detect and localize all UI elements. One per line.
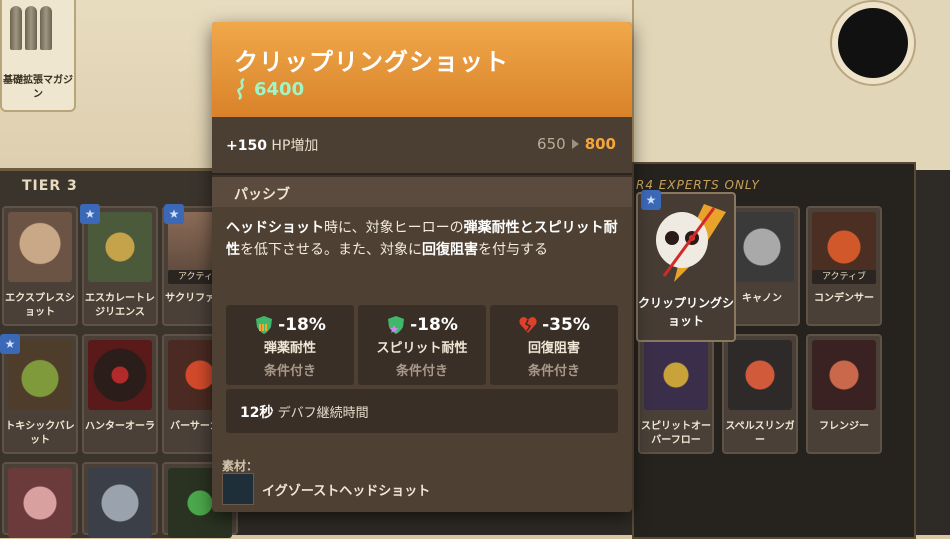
- broken-heart-icon: [519, 317, 537, 333]
- item-card-label: 基礎拡張マガジン: [3, 75, 73, 100]
- frenzy-art: [812, 340, 876, 410]
- star-icon: ★: [80, 204, 100, 224]
- souls-currency-icon: [237, 78, 245, 100]
- debuff-duration-row: 12秒 デバフ継続時間: [226, 389, 618, 433]
- stat-name: 回復阻害: [527, 341, 580, 356]
- hp-bonus-label: HP増加: [271, 138, 319, 154]
- desc-text: を低下させる。また、対象に: [240, 242, 422, 258]
- stat-name: 弾薬耐性: [263, 341, 316, 356]
- duration-label: デバフ継続時間: [277, 406, 369, 421]
- bullet-hole-decoration: [838, 8, 908, 78]
- stat-value: -18%: [278, 315, 326, 335]
- item-card-row3-1[interactable]: [2, 462, 78, 538]
- item-card-spirit-overflow[interactable]: スピリットオーバーフロー: [638, 334, 714, 454]
- stat-condition: 条件付き: [527, 364, 580, 379]
- express-shot-art: [8, 212, 72, 282]
- desc-healing-reduction: 回復阻害: [422, 242, 478, 258]
- item-card-basic-magazine[interactable]: 基礎拡張マガジン: [0, 0, 76, 112]
- stat-value: -35%: [542, 315, 590, 335]
- item-card-escalating-resilience[interactable]: エスカレートレジリエンス: [82, 206, 158, 326]
- star-icon: ★: [641, 190, 661, 210]
- stat-healing-reduction: -35% 回復阻害 条件付き: [490, 305, 618, 385]
- item-cost: 6400: [234, 78, 304, 100]
- elephant-art: [88, 468, 152, 538]
- arrow-right-icon: [571, 139, 579, 149]
- item-card-crippling-headshot[interactable]: クリップリングショット: [636, 192, 736, 342]
- star-icon: ★: [0, 334, 20, 354]
- star-icon: ★: [164, 204, 184, 224]
- hp-row: +150 HP増加 650 800: [212, 117, 632, 175]
- bullets-icon: [10, 6, 52, 50]
- demon-art: [8, 468, 72, 538]
- item-card-label: ハンターオーラ: [85, 421, 155, 432]
- hp-old: 650: [537, 135, 566, 153]
- tier-label: TIER 3: [22, 178, 78, 194]
- stat-value: -18%: [410, 315, 458, 335]
- item-card-label: トキシックバレット: [5, 421, 75, 446]
- material-item[interactable]: イグゾーストヘッドショット: [222, 473, 430, 505]
- stat-grid: -18% 弾薬耐性 条件付き -18% スピリット耐性 条件付き -35% 回復…: [226, 305, 618, 385]
- spellslinger-art: [728, 340, 792, 410]
- hp-change: 650 800: [537, 135, 616, 153]
- desc-text: を付与する: [478, 242, 548, 258]
- item-card-frenzy[interactable]: フレンジー: [806, 334, 882, 454]
- item-tooltip: クリップリングショット 6400 +150 HP増加 650 800 パッシブ …: [212, 22, 632, 512]
- material-name: イグゾーストヘッドショット: [262, 483, 431, 499]
- item-card-label: エスカレートレジリエンス: [85, 293, 155, 318]
- cost-value: 6400: [254, 78, 305, 100]
- stat-condition: 条件付き: [263, 364, 316, 379]
- passive-description: ヘッドショット時に、対象ヒーローの弾薬耐性とスピリット耐性を低下させる。また、対…: [226, 217, 622, 261]
- item-card-hunters-aura[interactable]: ハンターオーラ: [82, 334, 158, 454]
- materials-label: 素材：: [222, 459, 259, 473]
- stat-bullet-resist: -18% 弾薬耐性 条件付き: [226, 305, 354, 385]
- stat-spirit-resist: -18% スピリット耐性 条件付き: [358, 305, 486, 385]
- item-card-label: フレンジー: [819, 421, 869, 432]
- tooltip-body: ヘッドショット時に、対象ヒーローの弾薬耐性とスピリット耐性を低下させる。また、対…: [212, 207, 632, 512]
- hp-bonus: +150 HP増加: [226, 135, 318, 155]
- passive-label: パッシブ: [234, 187, 290, 203]
- item-card-label: コンデンサー: [814, 293, 874, 304]
- desc-headshot: ヘッドショット: [226, 220, 324, 236]
- item-card-condenser[interactable]: アクティブ コンデンサー: [806, 206, 882, 326]
- hp-new: 800: [584, 135, 616, 153]
- item-card-label: スピリットオーバーフロー: [641, 421, 711, 446]
- item-card-label: スペルスリンガー: [725, 421, 795, 446]
- item-title: クリップリングショット: [234, 48, 509, 76]
- hunters-aura-art: [88, 340, 152, 410]
- item-card-row3-2[interactable]: [82, 462, 158, 538]
- spirit-overflow-art: [644, 340, 708, 410]
- item-card-express-shot[interactable]: エクスプレスショット: [2, 206, 78, 326]
- cannon-art: [730, 212, 794, 282]
- bullet-shield-icon: [256, 316, 273, 334]
- stat-name: スピリット耐性: [376, 341, 468, 356]
- passive-header: パッシブ: [212, 177, 632, 207]
- stat-condition: 条件付き: [395, 364, 448, 379]
- item-card-label: クリップリングショット: [638, 296, 735, 328]
- item-card-label: エクスプレスショット: [5, 293, 75, 318]
- item-card-spellslinger[interactable]: スペルスリンガー: [722, 334, 798, 454]
- desc-text: 時に、対象ヒーローの: [324, 220, 464, 236]
- material-icon: [222, 473, 254, 505]
- spirit-shield-icon: [388, 316, 405, 334]
- active-tag: アクティブ: [812, 270, 876, 284]
- item-card-label: キャノン: [742, 293, 782, 304]
- duration-value: 12秒: [240, 405, 274, 421]
- hp-bonus-value: +150: [226, 138, 267, 154]
- skull-icon: [656, 204, 726, 282]
- tooltip-header: クリップリングショット 6400: [212, 22, 632, 117]
